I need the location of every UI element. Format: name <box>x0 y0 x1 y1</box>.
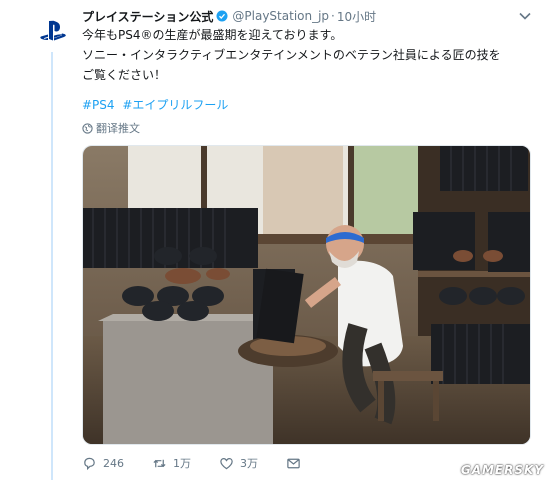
watermark-logo: GAMERSKY <box>460 463 544 477</box>
timestamp[interactable]: 10小时 <box>337 8 376 25</box>
separator-dot: · <box>331 9 335 23</box>
tweet-line: 今年もPS4®の生産が最盛期を迎えております。 <box>82 28 343 42</box>
tweet-line: ご覧ください！ <box>82 68 167 82</box>
hashtags: #PS4 #エイプリルフール <box>82 95 232 115</box>
hashtag-link[interactable]: #エイプリルフール <box>122 98 228 112</box>
reply-button[interactable]: 246 <box>82 456 124 471</box>
translate-link[interactable]: 翻译推文 <box>82 120 140 136</box>
tweet-actions: 246 1万 3万 <box>82 455 335 471</box>
tweet-media-image[interactable] <box>82 145 531 445</box>
avatar[interactable] <box>38 18 68 44</box>
reply-count: 246 <box>103 456 124 470</box>
hashtag-link[interactable]: #PS4 <box>82 98 115 112</box>
playstation-logo-icon <box>40 20 66 41</box>
heart-icon <box>220 457 233 469</box>
tweet-text: 今年もPS4®の生産が最盛期を迎えております。 ソニー・インタラクティブエンタテ… <box>82 25 522 85</box>
retweet-button[interactable]: 1万 <box>152 455 191 471</box>
workshop-photo <box>83 146 530 444</box>
message-button[interactable] <box>286 456 307 471</box>
reply-icon <box>84 457 95 470</box>
thread-line <box>51 52 53 480</box>
globe-icon <box>82 122 93 134</box>
chevron-down-icon[interactable] <box>518 9 532 23</box>
like-count: 3万 <box>240 457 258 470</box>
message-icon <box>287 458 300 468</box>
author-handle[interactable]: @PlayStation_jp <box>232 9 329 23</box>
retweet-icon <box>153 459 166 467</box>
retweet-count: 1万 <box>173 457 191 470</box>
verified-badge-icon <box>216 10 228 22</box>
translate-label: 翻译推文 <box>96 122 140 135</box>
tweet-line: ソニー・インタラクティブエンタテインメントのベテラン社員による匠の技を <box>82 48 501 62</box>
like-button[interactable]: 3万 <box>219 455 258 471</box>
author-name[interactable]: プレイステーション公式 <box>82 8 213 25</box>
tweet-header: プレイステーション公式 @PlayStation_jp · 10小时 <box>82 6 540 26</box>
